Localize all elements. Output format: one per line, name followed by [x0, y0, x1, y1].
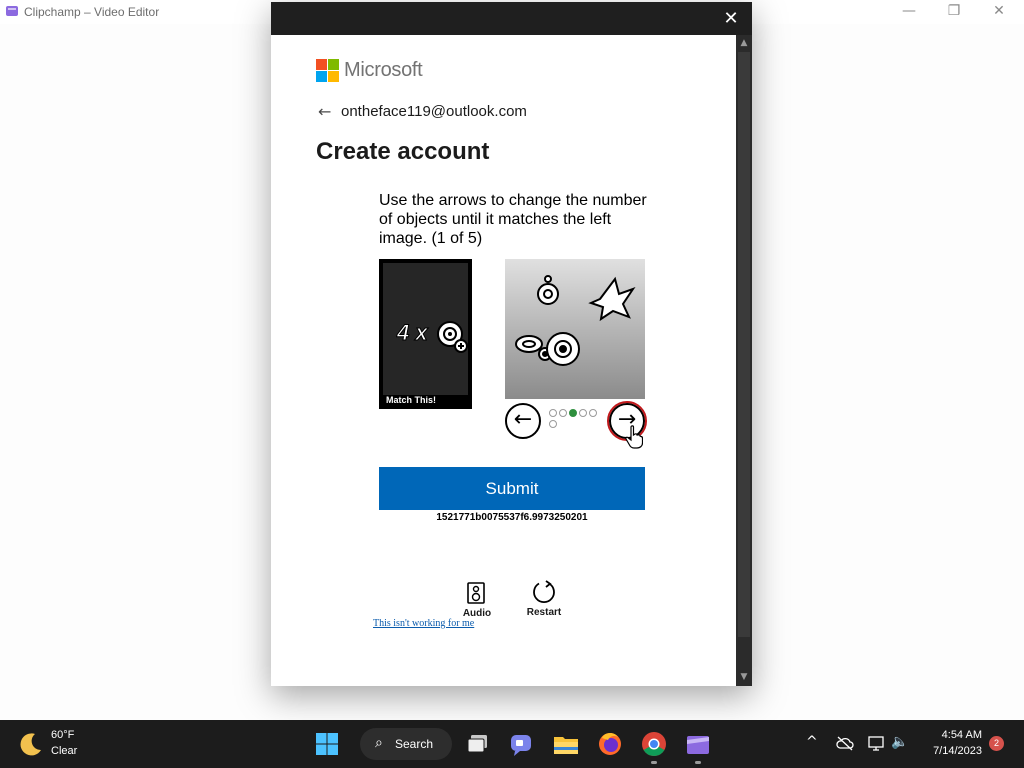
weather-temperature[interactable]: 60°F	[51, 729, 74, 741]
submit-button[interactable]: Submit	[379, 467, 645, 510]
restart-icon[interactable]	[532, 580, 556, 604]
clock-date[interactable]: 7/14/2023	[918, 745, 982, 757]
create-account-dialog: ✕ ▲ ▼ Microsoft ← ontheface119@outlook.c…	[271, 2, 752, 686]
dialog-titlebar: ✕	[271, 2, 752, 35]
previous-arrow-button[interactable]: ←	[505, 403, 541, 439]
search-label: Search	[395, 737, 434, 751]
hand-cursor-icon	[625, 425, 643, 449]
choice-image	[505, 259, 645, 399]
progress-dot	[579, 409, 587, 417]
target-caption: Match This!	[386, 395, 437, 405]
microsoft-logo-icon	[316, 59, 339, 82]
scrollbar-thumb[interactable]	[738, 52, 750, 637]
app-title: Clipchamp – Video Editor	[24, 5, 160, 19]
target-image-inner: 4 x	[383, 263, 468, 395]
clipchamp-app-icon	[6, 6, 18, 16]
search-icon: ⌕	[375, 735, 383, 751]
chrome-running-indicator	[651, 761, 657, 764]
volume-icon[interactable]: 🔈	[891, 734, 908, 750]
progress-dot	[589, 409, 597, 417]
restart-label[interactable]: Restart	[521, 607, 567, 618]
scroll-up-arrow-icon[interactable]: ▲	[736, 36, 752, 50]
notification-badge[interactable]: 2	[989, 736, 1004, 751]
network-icon[interactable]	[868, 734, 886, 752]
session-token: 1521771b0075537f6.9973250201	[436, 512, 588, 523]
firefox-icon[interactable]	[594, 728, 626, 760]
clock-time[interactable]: 4:54 AM	[930, 729, 982, 741]
progress-dot	[549, 409, 557, 417]
tray-overflow-chevron-icon[interactable]: ^	[806, 734, 818, 750]
target-count-text: 4 x	[397, 320, 429, 346]
scroll-down-arrow-icon[interactable]: ▼	[736, 670, 752, 684]
start-windows-icon[interactable]	[311, 728, 343, 760]
microsoft-brand-text: Microsoft	[344, 59, 423, 81]
file-explorer-icon[interactable]	[550, 728, 582, 760]
weather-condition[interactable]: Clear	[51, 745, 77, 757]
clipchamp-taskbar-icon[interactable]	[682, 728, 714, 760]
captcha-instructions: Use the arrows to change the number of o…	[379, 192, 647, 247]
task-view-icon[interactable]	[462, 728, 494, 760]
clipchamp-running-indicator	[695, 761, 701, 764]
close-window-button[interactable]: ✕	[976, 0, 1022, 24]
teams-chat-icon[interactable]	[505, 728, 537, 760]
audio-speaker-icon[interactable]	[467, 582, 485, 604]
account-email: ontheface119@outlook.com	[341, 103, 527, 120]
chrome-icon[interactable]	[638, 728, 670, 760]
progress-dot-active	[569, 409, 577, 417]
back-arrow-icon[interactable]: ←	[318, 102, 331, 121]
choice-objects-icon	[515, 275, 636, 366]
target-object-icon	[437, 321, 468, 353]
target-image: 4 x Match This!	[379, 259, 472, 409]
not-working-link[interactable]: This isn't working for me	[373, 618, 474, 629]
page-title: Create account	[316, 138, 490, 165]
maximize-button[interactable]: ❐	[931, 0, 977, 24]
dialog-close-button[interactable]: ✕	[720, 8, 742, 30]
taskbar-search[interactable]: ⌕ Search	[360, 728, 452, 760]
progress-dot	[559, 409, 567, 417]
minimize-button[interactable]: —	[886, 0, 932, 24]
progress-dot	[549, 420, 557, 428]
onedrive-offline-icon[interactable]	[836, 735, 854, 751]
progress-dots	[549, 409, 605, 429]
moon-weather-icon[interactable]	[18, 731, 44, 757]
taskbar: 60°F Clear ⌕ Search ^ 🔈 4:54 AM 7/14/202…	[0, 720, 1024, 768]
